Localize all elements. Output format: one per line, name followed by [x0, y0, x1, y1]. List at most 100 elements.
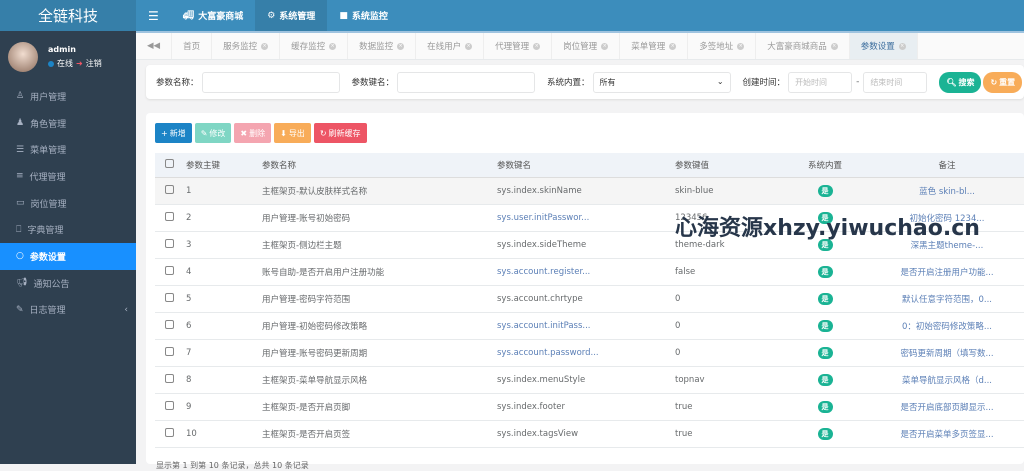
download-icon: ⬇ [280, 128, 287, 138]
search-form: 参数名称： 参数键名： 系统内置： 所有 ⌄ 创建时间： 开始时间 - 结束时间 … [146, 65, 1024, 99]
col-header[interactable]: 参数主键 [186, 153, 262, 178]
delete-label: 删除 [249, 128, 266, 138]
topnav-item[interactable]: ■ 系统监控 [327, 0, 400, 31]
sidebar-item-label: 参数设置 [29, 252, 66, 263]
export-button[interactable]: ⬇ 导出 [274, 123, 311, 143]
close-icon[interactable]: × [898, 42, 906, 50]
topnav-item[interactable]: ⚙ 系统管理 [255, 0, 328, 31]
param-remark[interactable]: 是否开启底部页脚显示... [870, 393, 1024, 421]
col-header[interactable]: 系统内置 [780, 153, 870, 178]
sidebar-item[interactable]: ▭ 岗位管理 [0, 190, 136, 217]
sidebar-item[interactable]: ☰ 菜单管理 [0, 136, 136, 163]
close-icon[interactable]: × [669, 42, 677, 50]
col-header[interactable]: 参数键名 [497, 153, 675, 178]
row-checkbox[interactable] [165, 427, 174, 437]
tab[interactable]: 菜单管理 × [620, 33, 689, 59]
sidebar-item[interactable]: ○ 参数设置 [0, 243, 136, 270]
sidebar-item-label: 菜单管理 [30, 146, 67, 157]
row-checkbox[interactable] [165, 238, 174, 248]
tab[interactable]: 服务监控 × [212, 33, 281, 59]
tab[interactable]: 在线用户 × [416, 33, 485, 59]
close-icon[interactable]: × [601, 42, 609, 50]
table-row[interactable]: 5 用户管理-密码字符范围 sys.account.chrtype 0 是 默认… [155, 285, 1024, 313]
param-key[interactable]: sys.account.initPass... [497, 312, 675, 340]
param-remark[interactable]: 密码更新周期（填写数... [870, 339, 1024, 367]
add-button[interactable]: + 新增 [155, 123, 192, 143]
search-button-label: 搜索 [958, 77, 975, 87]
close-icon[interactable]: × [397, 42, 405, 50]
close-icon[interactable]: × [533, 42, 541, 50]
param-key[interactable]: sys.account.password... [497, 339, 675, 367]
table-row[interactable]: 9 主框架页-是否开启页脚 sys.index.footer true 是 是否… [155, 393, 1024, 421]
tab[interactable]: 首页 [172, 33, 213, 59]
edit-button[interactable]: ✎ 修改 [194, 123, 232, 143]
row-checkbox[interactable] [165, 211, 174, 221]
topnav-item[interactable]: 🚚︎ 大富豪商城 [171, 0, 255, 31]
row-checkbox[interactable] [165, 373, 174, 383]
row-checkbox[interactable] [165, 319, 174, 329]
param-remark[interactable]: 蓝色 skin-bl... [870, 177, 1024, 205]
col-header[interactable]: 备注 [870, 153, 1024, 178]
col-header[interactable]: 参数键值 [675, 153, 780, 178]
tab[interactable]: 数据监控 × [348, 33, 417, 59]
row-checkbox[interactable] [165, 184, 174, 194]
param-key-input[interactable] [397, 71, 536, 93]
user-icon: ♙ [16, 91, 25, 102]
row-checkbox[interactable] [165, 265, 174, 275]
close-icon[interactable]: × [261, 42, 269, 50]
sidebar-item[interactable]: 📢︎ 通知公告 [0, 270, 136, 297]
param-value: true [675, 393, 780, 421]
param-name-input[interactable] [201, 71, 340, 93]
table-row[interactable]: 7 用户管理-账号密码更新周期 sys.account.password... … [155, 339, 1024, 367]
row-checkbox[interactable] [165, 292, 174, 302]
tab[interactable]: 缓存监控 × [280, 33, 349, 59]
sidebar-item-label: 通知公告 [33, 279, 70, 290]
video-icon: ■ [339, 10, 348, 21]
tab[interactable]: 岗位管理 × [552, 33, 621, 59]
param-remark[interactable]: 是否开启注册用户功能... [870, 258, 1024, 286]
tab-label: 菜单管理 [631, 42, 666, 52]
param-remark[interactable]: 菜单导航显示风格（d... [870, 366, 1024, 394]
table-row[interactable]: 6 用户管理-初始密码修改策略 sys.account.initPass... … [155, 312, 1024, 340]
select-all-checkbox[interactable] [165, 158, 174, 168]
close-icon[interactable]: × [737, 42, 745, 50]
tab[interactable]: 大富豪商城商品 × [756, 33, 850, 59]
param-remark[interactable]: 是否开启菜单多页签显... [870, 420, 1024, 448]
tab-label: 大富豪商城商品 [767, 42, 827, 52]
search-button[interactable]: 🔍︎ 搜索 [939, 71, 982, 93]
tabs-scroll-left-button[interactable]: ◀◀ [136, 33, 173, 59]
close-icon[interactable]: × [465, 42, 473, 50]
sidebar-item[interactable]: ✎ 日志管理 ‹ [0, 297, 136, 324]
param-key[interactable]: sys.user.initPasswor... [497, 204, 675, 232]
logout-link[interactable]: 注销 [86, 58, 102, 69]
tab-label: 多签地址 [699, 42, 734, 52]
close-icon[interactable]: × [830, 42, 838, 50]
col-header[interactable]: 参数名称 [262, 153, 497, 178]
menu-toggle-button[interactable]: ☰ [136, 0, 171, 31]
builtin-select[interactable]: 所有 ⌄ [592, 71, 731, 93]
reset-button[interactable]: ↻ 重置 [983, 71, 1023, 93]
table-row[interactable]: 1 主框架页-默认皮肤样式名称 sys.index.skinName skin-… [155, 177, 1024, 205]
param-remark[interactable]: 默认任意字符范围，0... [870, 285, 1024, 313]
tab[interactable]: 参数设置 × [849, 33, 918, 59]
delete-button[interactable]: ✖ 删除 [234, 123, 272, 143]
row-checkbox[interactable] [165, 400, 174, 410]
row-checkbox[interactable] [165, 346, 174, 356]
sidebar-item[interactable]: ⎕ 字典管理 [0, 216, 136, 243]
sidebar-item[interactable]: ≡ 代理管理 [0, 163, 136, 190]
refresh-cache-button[interactable]: ↻ 刷新缓存 [313, 123, 367, 143]
close-icon[interactable]: × [329, 42, 337, 50]
start-time-input[interactable]: 开始时间 [788, 71, 853, 93]
end-time-input[interactable]: 结束时间 [863, 71, 928, 93]
bookmark-icon: ⎕ [16, 224, 22, 235]
param-remark[interactable]: 0：初始密码修改策略... [870, 312, 1024, 340]
tab[interactable]: 多签地址 × [688, 33, 757, 59]
sidebar-item[interactable]: ♟ 角色管理 [0, 110, 136, 137]
table-row[interactable]: 10 主框架页-是否开启页签 sys.index.tagsView true 是… [155, 420, 1024, 448]
tab[interactable]: 代理管理 × [484, 33, 553, 59]
builtin-badge: 是 [817, 427, 833, 440]
table-row[interactable]: 8 主框架页-菜单导航显示风格 sys.index.menuStyle topn… [155, 366, 1024, 394]
sidebar-item[interactable]: ♙ 用户管理 [0, 83, 136, 110]
table-row[interactable]: 4 账号自助-是否开启用户注册功能 sys.account.register..… [155, 258, 1024, 286]
param-key[interactable]: sys.account.register... [497, 258, 675, 286]
